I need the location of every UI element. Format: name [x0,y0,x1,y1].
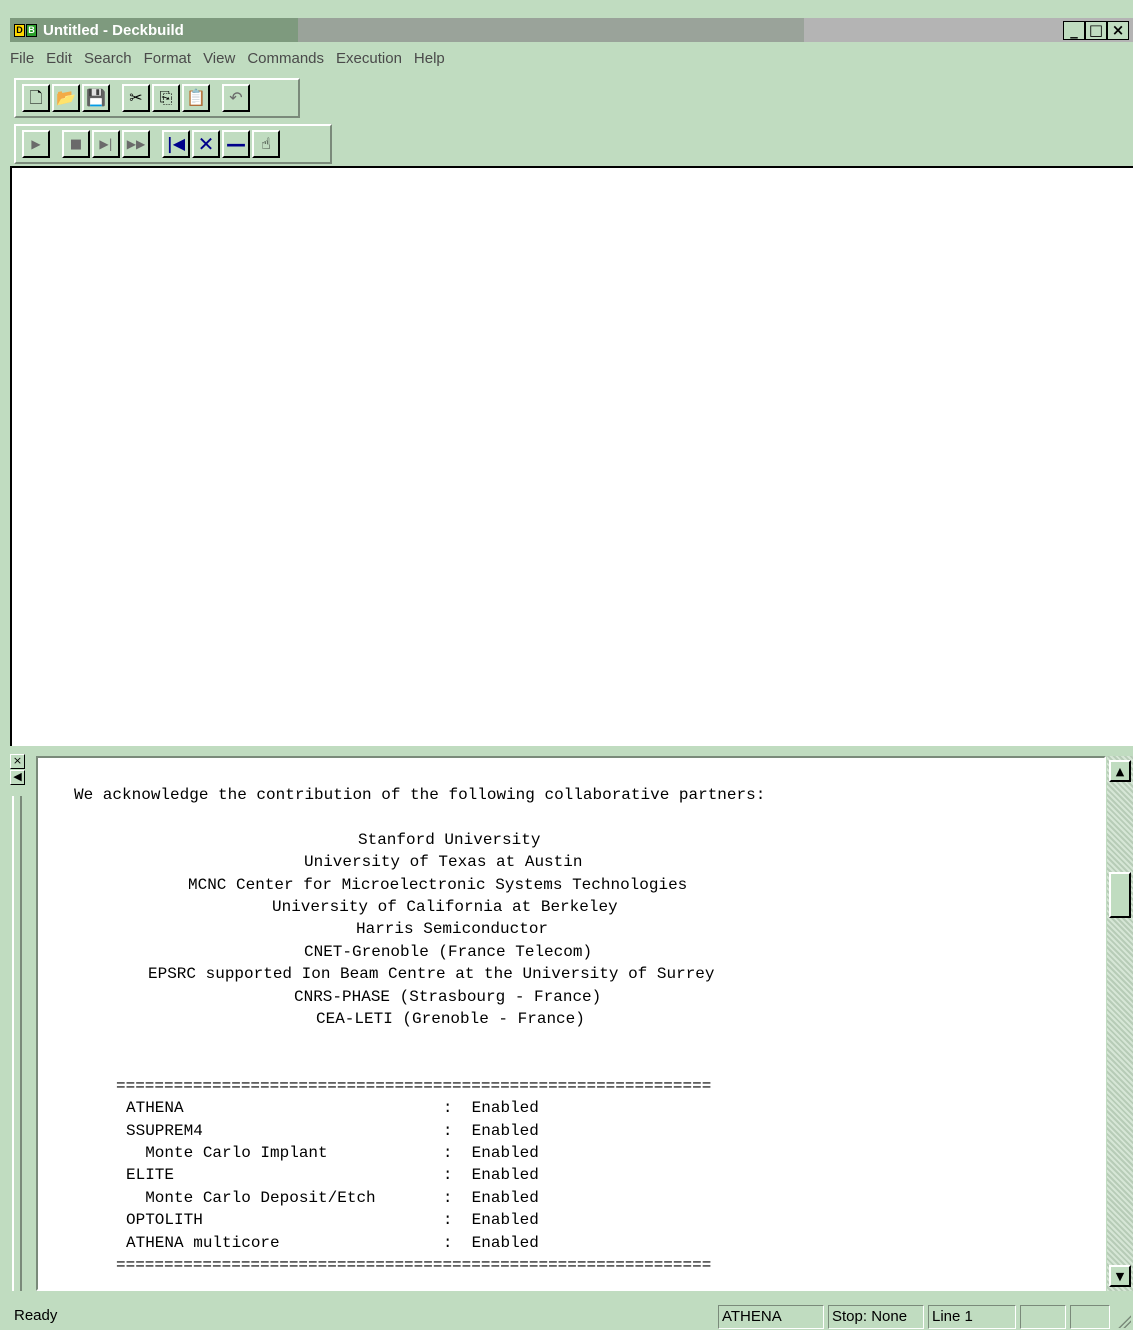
scroll-down-button[interactable]: ▼ [1109,1265,1131,1287]
paste-icon: 📋 [186,88,206,107]
menu-format[interactable]: Format [144,48,192,69]
deck-editor[interactable] [10,166,1133,746]
cut-button[interactable]: ✂ [122,84,150,112]
kill-button[interactable]: ✕ [192,130,220,158]
window-controls: _ □ × [1063,21,1129,40]
kill-icon: ✕ [197,132,215,156]
arrow-left-icon: ◀ [13,770,22,783]
paste-button[interactable]: 📋 [182,84,210,112]
output-scrollbar[interactable]: ▲ ▼ [1106,756,1133,1291]
output-line: CEA-LETI (Grenoble - France) [316,1010,585,1028]
output-separator: ========================================… [116,1077,712,1095]
save-disk-icon: 💾 [86,88,106,107]
menu-edit[interactable]: Edit [46,48,72,69]
restart-button[interactable]: |◀ [162,130,190,158]
next-line-button[interactable]: ▶| [92,130,120,158]
output-pane-controls: × ◀ [10,754,36,1294]
menu-search[interactable]: Search [84,48,132,69]
close-pane-button[interactable]: × [10,754,25,769]
stop-button[interactable]: ■ [62,130,90,158]
pause-icon: — [226,132,246,156]
new-file-icon: 🗋 [29,88,43,107]
open-button[interactable]: 📂 [52,84,80,112]
output-line: SSUPREM4 : Enabled [126,1122,539,1140]
title-bar-fill [298,18,804,42]
run-to-end-button[interactable]: ▶▶ [122,130,150,158]
close-icon: × [12,754,23,767]
arrow-up-icon: ▲ [1115,764,1125,778]
output-line: Monte Carlo Deposit/Etch : Enabled [126,1189,539,1207]
copy-icon: ⎘ [159,88,173,107]
status-empty-2 [1070,1305,1110,1329]
menu-commands[interactable]: Commands [247,48,324,69]
resize-grip[interactable] [1117,1314,1131,1328]
collapse-pane-button[interactable]: ◀ [10,770,25,785]
menu-bar: File Edit Search Format View Commands Ex… [10,44,457,72]
status-message: Ready [14,1307,58,1324]
cut-scissors-icon: ✂ [129,88,143,107]
scroll-up-button[interactable]: ▲ [1109,760,1131,782]
status-stop: Stop: None [828,1305,924,1329]
undo-button[interactable]: ↶ [222,84,250,112]
close-button[interactable]: × [1107,21,1129,40]
output-line: We acknowledge the contribution of the f… [74,786,766,804]
hand-button[interactable]: ☝ [252,130,280,158]
new-file-button[interactable]: 🗋 [22,84,50,112]
output-line: ATHENA multicore : Enabled [126,1234,539,1252]
run-button[interactable]: ▶ [22,130,50,158]
output-line: MCNC Center for Microelectronic Systems … [188,876,688,894]
undo-icon: ↶ [229,88,243,107]
status-empty-1 [1020,1305,1066,1329]
restart-icon: |◀ [166,134,186,153]
status-bar: Ready ATHENA Stop: None Line 1 [0,1303,1133,1330]
maximize-button[interactable]: □ [1085,21,1107,40]
output-line: ELITE : Enabled [126,1166,539,1184]
window-title: Untitled - Deckbuild [43,21,184,39]
file-toolbar: 🗋 📂 💾 ✂ ⎘ 📋 ↶ [14,78,300,118]
next-line-icon: ▶| [99,137,113,151]
arrow-down-icon: ▼ [1115,1269,1125,1283]
status-line: Line 1 [928,1305,1016,1329]
menu-help[interactable]: Help [414,48,445,69]
title-bar[interactable]: DB Untitled - Deckbuild _ □ × [0,0,1133,44]
output-line: OPTOLITH : Enabled [126,1211,539,1229]
run-to-end-icon: ▶▶ [126,137,146,151]
copy-button[interactable]: ⎘ [152,84,180,112]
run-icon: ▶ [31,137,41,151]
output-line: CNRS-PHASE (Strasbourg - France) [294,988,602,1006]
menu-file[interactable]: File [10,48,34,69]
output-line: EPSRC supported Ion Beam Centre at the U… [148,965,715,983]
output-line: Harris Semiconductor [356,920,549,938]
pause-button[interactable]: — [222,130,250,158]
window-title-area[interactable]: DB Untitled - Deckbuild [10,18,298,42]
output-line: CNET-Grenoble (France Telecom) [304,943,593,961]
open-folder-icon: 📂 [56,88,76,107]
output-separator: ========================================… [116,1256,712,1274]
stop-icon: ■ [69,136,83,152]
pane-splitter[interactable] [10,746,1133,754]
status-simulator: ATHENA [718,1305,824,1329]
output-line: Stanford University [358,831,541,849]
menu-view[interactable]: View [203,48,235,69]
minimize-button[interactable]: _ [1063,21,1085,40]
deckbuild-app-icon[interactable]: DB [14,23,38,38]
runtime-output[interactable]: We acknowledge the contribution of the f… [36,756,1106,1291]
pane-grip[interactable] [12,796,22,1291]
execution-toolbar: ▶ ■ ▶| ▶▶ |◀ ✕ — ☝ [14,124,332,164]
hand-icon: ☝ [261,134,271,153]
save-button[interactable]: 💾 [82,84,110,112]
menu-execution[interactable]: Execution [336,48,402,69]
scroll-thumb[interactable] [1109,872,1131,918]
output-line: University of Texas at Austin [304,853,583,871]
output-line: ATHENA : Enabled [126,1099,539,1117]
output-line: Monte Carlo Implant : Enabled [126,1144,539,1162]
output-line: University of California at Berkeley [272,898,618,916]
